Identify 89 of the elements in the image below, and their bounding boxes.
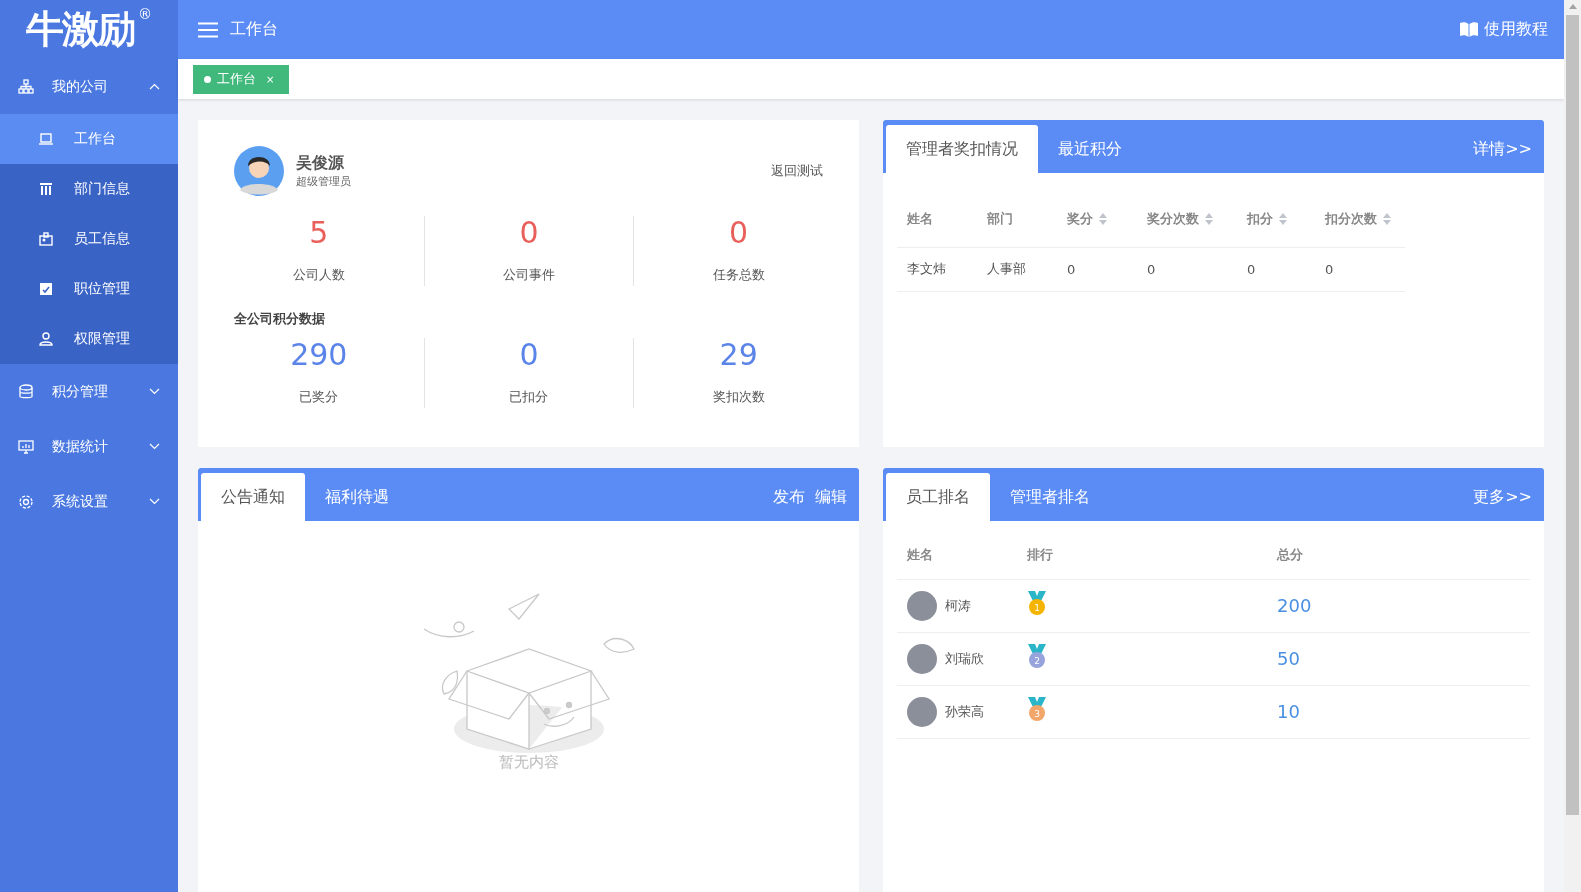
registered-mark: ®: [138, 6, 152, 22]
empty-message: 暂无内容: [498, 753, 559, 772]
book-icon: [1460, 22, 1478, 37]
settings-icon: [18, 493, 34, 510]
user-icon: [38, 331, 54, 347]
header-link[interactable]: 详情>>: [1473, 138, 1532, 160]
employee-name: 柯涛: [945, 596, 971, 615]
sort-icon[interactable]: [1205, 212, 1213, 225]
panel-tab[interactable]: 员工排名: [886, 473, 990, 521]
monitor-chart-icon: [18, 438, 34, 455]
panel-tab[interactable]: 公告通知: [201, 473, 305, 521]
table-cell: 李文炜: [897, 247, 977, 291]
menu-group[interactable]: 我的公司: [0, 59, 178, 114]
column-header: 姓名: [897, 191, 977, 247]
menu-item[interactable]: 工作台: [0, 114, 178, 164]
column-header: 总分: [1267, 531, 1530, 579]
table-cell: 0: [1315, 247, 1405, 291]
stat-value: 0: [519, 340, 539, 370]
tutorial-link[interactable]: 使用教程: [1460, 19, 1548, 40]
sort-icon[interactable]: [1279, 212, 1287, 225]
sort-icon[interactable]: [1383, 212, 1391, 225]
panel-tab[interactable]: 最近积分: [1038, 125, 1142, 173]
score-value: 200: [1277, 595, 1312, 616]
photo-placeholder: [907, 643, 937, 674]
chevron-down-icon: [149, 388, 160, 395]
user-role: 超级管理员: [296, 174, 352, 189]
score-value: 10: [1277, 701, 1300, 722]
stat-label: 已奖分: [299, 388, 339, 406]
chevron-up-icon: [149, 83, 160, 90]
photo-placeholder: [907, 590, 937, 621]
menu-group[interactable]: 系统设置: [0, 474, 178, 529]
stat-label: 任务总数: [712, 266, 765, 284]
page-tag[interactable]: 工作台 ×: [193, 64, 290, 94]
checklist-icon: [38, 281, 54, 297]
avatar-icon: [234, 144, 284, 198]
column-header: 姓名: [897, 531, 1017, 579]
chevron-down-icon: [149, 443, 160, 450]
stat-value: 290: [290, 340, 348, 370]
menu-item[interactable]: 权限管理: [0, 314, 178, 364]
column-header: 扣分次数: [1315, 191, 1405, 247]
stat-value: 5: [309, 218, 329, 248]
menu-item[interactable]: 职位管理: [0, 264, 178, 314]
column-header: 奖分: [1057, 191, 1137, 247]
table-cell: 人事部: [977, 247, 1057, 291]
stat-label: 奖扣次数: [712, 388, 765, 406]
sort-icon[interactable]: [1099, 212, 1107, 225]
menu-group[interactable]: 数据统计: [0, 419, 178, 474]
id-badge-icon: [38, 231, 54, 247]
employee-name: 孙荣高: [945, 702, 984, 721]
section-title: 全公司积分数据: [234, 310, 326, 328]
database-icon: [18, 383, 34, 400]
panel-tab[interactable]: 福利待遇: [305, 473, 409, 521]
header-link[interactable]: 编辑: [815, 486, 847, 508]
stat-label: 公司事件: [503, 266, 555, 284]
stat-label: 已扣分: [509, 388, 549, 406]
scrollbar[interactable]: [1564, 0, 1581, 892]
table-cell: 0: [1237, 247, 1315, 291]
menu-group[interactable]: 积分管理: [0, 364, 178, 419]
status-dot-icon: [204, 75, 211, 83]
logo-text: 牛激励: [26, 6, 134, 52]
user-name: 吴俊源: [296, 153, 345, 174]
menu-item[interactable]: 员工信息: [0, 214, 178, 264]
columns-icon: [38, 181, 54, 197]
table-cell: 0: [1057, 247, 1137, 291]
menu-item[interactable]: 部门信息: [0, 164, 178, 214]
employee-name: 刘瑞欣: [945, 649, 984, 668]
laptop-icon: [38, 131, 54, 147]
column-header: 奖分次数: [1137, 191, 1237, 247]
panel-tab[interactable]: 管理者奖扣情况: [886, 125, 1038, 173]
header-link[interactable]: 发布: [773, 486, 805, 508]
header-link[interactable]: 更多>>: [1473, 486, 1532, 508]
close-icon[interactable]: ×: [266, 73, 275, 85]
stat-value: 29: [719, 340, 758, 370]
column-header: 部门: [977, 191, 1057, 247]
stat-value: 0: [519, 218, 539, 248]
menu-icon[interactable]: [198, 21, 218, 38]
stat-label: 公司人数: [292, 266, 345, 284]
panel-tab[interactable]: 管理者排名: [990, 473, 1110, 521]
table-cell: 0: [1137, 247, 1237, 291]
back-link[interactable]: 返回测试: [771, 162, 823, 180]
column-header: 扣分: [1237, 191, 1315, 247]
scroll-up-icon[interactable]: [1568, 4, 1577, 9]
column-header: 排行: [1017, 531, 1267, 579]
hierarchy-icon: [18, 78, 34, 95]
page-title: 工作台: [230, 19, 279, 40]
stat-value: 0: [729, 218, 749, 248]
score-value: 50: [1277, 648, 1300, 669]
chevron-down-icon: [149, 498, 160, 505]
photo-placeholder: [907, 696, 937, 727]
